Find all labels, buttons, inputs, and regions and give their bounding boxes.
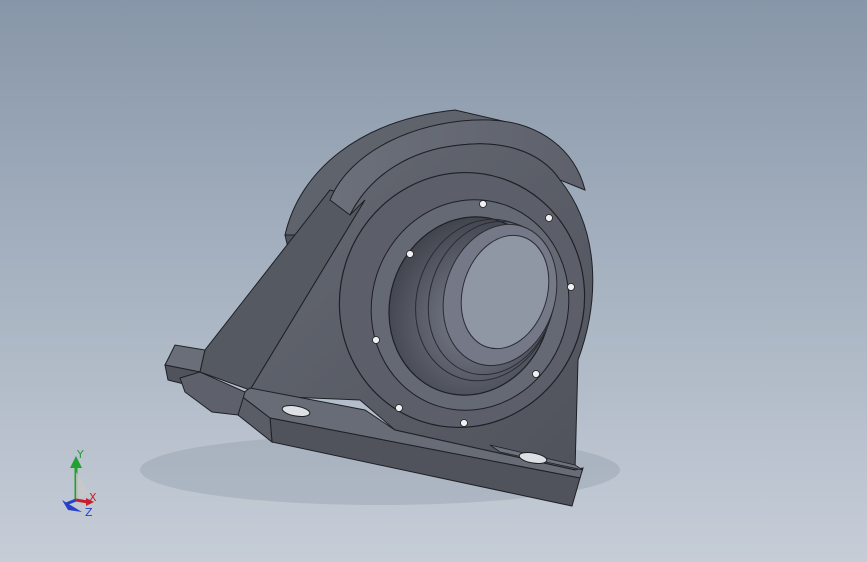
bolt-hole (406, 250, 414, 258)
bolt-hole (545, 214, 553, 222)
bolt-hole (395, 404, 403, 412)
y-axis-label: Y (76, 448, 84, 461)
bolt-hole (567, 283, 575, 291)
x-axis-label: X (89, 491, 97, 504)
triad-plane (76, 472, 90, 500)
orientation-triad[interactable]: Y X Z (52, 444, 112, 524)
bolt-hole (460, 419, 468, 427)
pillow-block-bearing-model[interactable] (0, 0, 867, 562)
graphics-viewport[interactable]: Y X Z (0, 0, 867, 562)
bolt-hole (372, 336, 380, 344)
z-axis-label: Z (85, 506, 93, 519)
bolt-hole (479, 200, 487, 208)
bolt-hole (532, 370, 540, 378)
